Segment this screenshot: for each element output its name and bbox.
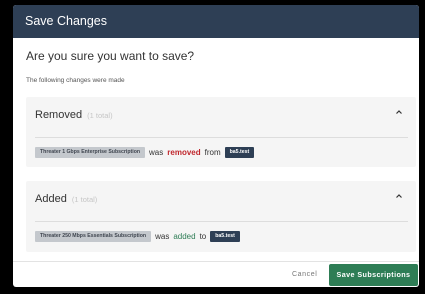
dialog-title: Save Changes: [13, 5, 419, 38]
removed-count: (1 total): [87, 111, 113, 120]
target-badge: ba5.test: [210, 230, 240, 242]
divider: [35, 137, 408, 138]
removed-text: removed: [167, 147, 201, 157]
was-text: was: [149, 147, 164, 157]
save-subscriptions-button[interactable]: Save Subscriptions: [329, 264, 418, 286]
save-changes-dialog: Save Changes Are you sure you want to sa…: [13, 5, 419, 287]
cancel-button[interactable]: Cancel: [292, 268, 317, 282]
chevron-up-icon[interactable]: [394, 191, 404, 201]
added-count: (1 total): [71, 195, 98, 204]
added-text: added: [173, 231, 196, 241]
backdrop: Save Changes Are you sure you want to sa…: [0, 0, 425, 294]
added-section-header[interactable]: Added (1 total): [35, 193, 97, 206]
from-text: from: [204, 147, 221, 157]
target-badge: ba5.test: [224, 146, 255, 158]
was-text: was: [155, 231, 170, 241]
footer-divider: [13, 261, 419, 262]
chevron-up-icon[interactable]: [394, 107, 404, 117]
added-row: Threater 250 Mbps Essentials Subscriptio…: [35, 230, 240, 242]
to-text: to: [199, 231, 207, 241]
subscription-tag: Threater 250 Mbps Essentials Subscriptio…: [35, 230, 152, 242]
confirm-question: Are you sure you want to save?: [26, 49, 195, 63]
removed-heading: Removed: [35, 109, 83, 121]
removed-section-header[interactable]: Removed (1 total): [35, 109, 113, 122]
removed-section: Removed (1 total) Threater 1 Gbps Enterp…: [26, 97, 416, 167]
subscription-tag: Threater 1 Gbps Enterprise Subscription: [35, 146, 146, 158]
added-heading: Added: [35, 193, 67, 205]
divider: [35, 221, 408, 222]
added-section: Added (1 total) Threater 250 Mbps Essent…: [26, 181, 416, 252]
removed-row: Threater 1 Gbps Enterprise Subscription …: [35, 146, 255, 158]
changes-subtitle: The following changes were made: [26, 77, 125, 84]
